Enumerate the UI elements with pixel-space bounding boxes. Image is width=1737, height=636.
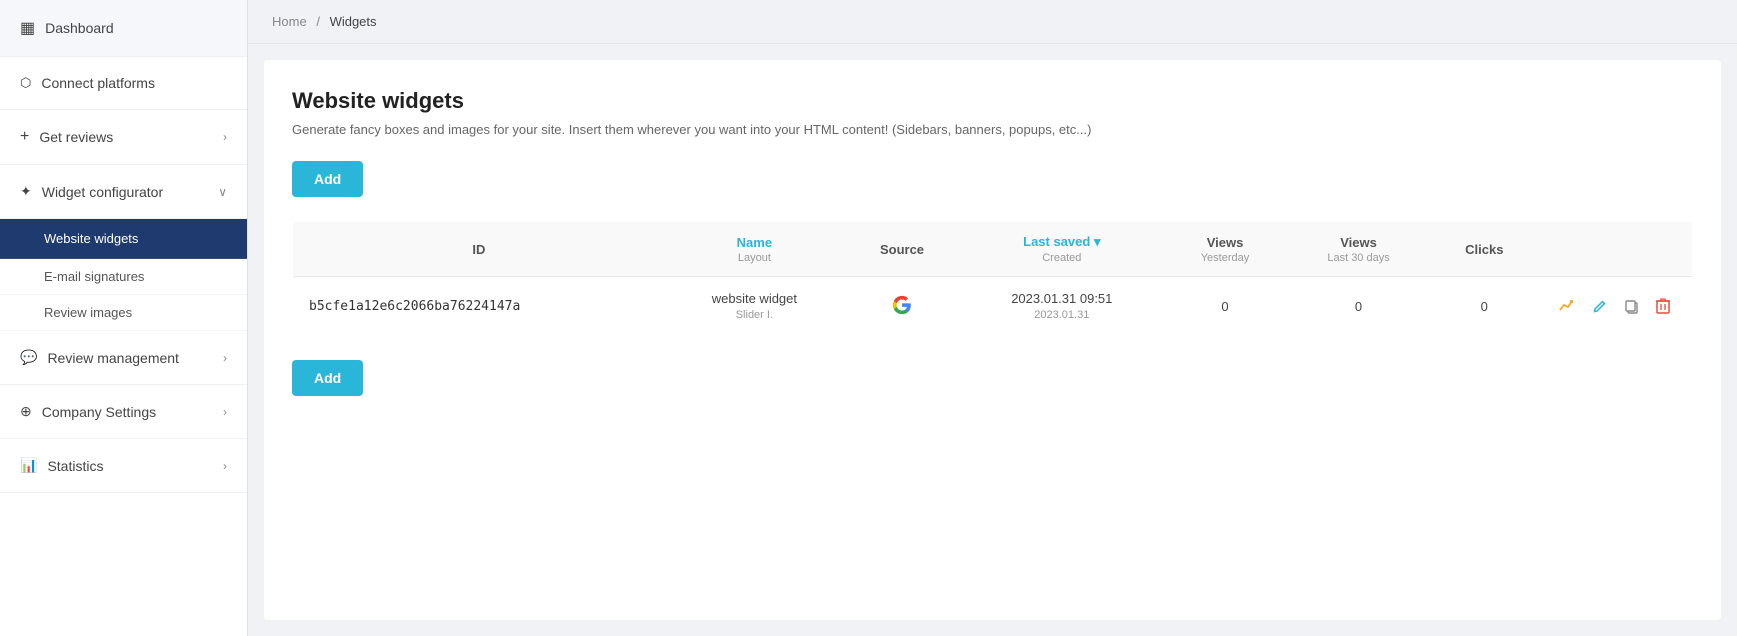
add-button-top[interactable]: Add (292, 161, 363, 197)
sidebar-item-label: Get reviews (39, 129, 113, 145)
sidebar-item-label: Statistics (47, 458, 103, 474)
sidebar-item-company-settings[interactable]: ⊕ Company Settings › (0, 385, 247, 439)
col-last-saved[interactable]: Last saved ▾ Created (960, 222, 1163, 277)
sidebar-item-review-images[interactable]: Review images (0, 295, 247, 331)
sidebar-sub-label: Website widgets (44, 231, 138, 246)
settings-icon: ⊕ (20, 403, 32, 420)
sidebar-item-connect-platforms[interactable]: ⬡ Connect platforms (0, 57, 247, 110)
sidebar-item-dashboard[interactable]: ▦ Dashboard (0, 0, 247, 57)
col-views-yesterday: Views Yesterday (1164, 222, 1287, 277)
row-clicks: 0 (1431, 277, 1538, 336)
plus-icon: + (20, 128, 29, 146)
breadcrumb-current: Widgets (330, 14, 377, 29)
breadcrumb: Home / Widgets (248, 0, 1737, 44)
chevron-down-icon: ∨ (218, 185, 227, 199)
col-clicks: Clicks (1431, 222, 1538, 277)
stats-icon: 📊 (20, 457, 37, 474)
row-views-30: 0 (1286, 277, 1430, 336)
page-subtitle: Generate fancy boxes and images for your… (292, 122, 1693, 137)
sidebar-item-review-management[interactable]: 💬 Review management › (0, 331, 247, 385)
col-actions (1538, 222, 1693, 277)
col-source: Source (844, 222, 960, 277)
sidebar-item-widget-configurator[interactable]: ✦ Widget configurator ∨ (0, 165, 247, 219)
copy-action-icon[interactable] (1618, 293, 1644, 319)
chevron-right-icon: › (223, 351, 227, 365)
breadcrumb-home[interactable]: Home (272, 14, 307, 29)
row-views-yesterday: 0 (1164, 277, 1287, 336)
sidebar-item-get-reviews[interactable]: + Get reviews › (0, 110, 247, 165)
connect-icon: ⬡ (20, 75, 31, 91)
sidebar: ▦ Dashboard ⬡ Connect platforms + Get re… (0, 0, 248, 636)
row-name: website widget Slider I. (665, 277, 844, 336)
sidebar-item-label: Review management (47, 350, 179, 366)
sidebar-item-email-signatures[interactable]: E-mail signatures (0, 259, 247, 295)
sidebar-item-label: Connect platforms (41, 75, 155, 91)
sidebar-sub-label: Review images (44, 305, 132, 320)
main-content: Home / Widgets Website widgets Generate … (248, 0, 1737, 636)
page-title: Website widgets (292, 88, 1693, 114)
row-last-saved: 2023.01.31 09:51 2023.01.31 (960, 277, 1163, 336)
edit-action-icon[interactable] (1586, 293, 1612, 319)
add-button-bottom[interactable]: Add (292, 360, 363, 396)
col-id: ID (293, 222, 665, 277)
breadcrumb-separator: / (316, 14, 320, 29)
sidebar-item-website-widgets[interactable]: Website widgets (0, 219, 247, 259)
chevron-right-icon: › (223, 459, 227, 473)
table-row: b5cfe1a12e6c2066ba76224147a website widg… (293, 277, 1693, 336)
chevron-right-icon: › (223, 405, 227, 419)
row-source (844, 277, 960, 336)
row-actions (1538, 277, 1693, 336)
row-id: b5cfe1a12e6c2066ba76224147a (293, 277, 665, 336)
sidebar-item-label: Dashboard (45, 20, 114, 36)
chevron-right-icon: › (223, 130, 227, 144)
delete-action-icon[interactable] (1650, 293, 1676, 319)
google-icon (892, 295, 912, 315)
sidebar-item-label: Company Settings (42, 404, 156, 420)
content-area: Website widgets Generate fancy boxes and… (264, 60, 1721, 620)
puzzle-icon: ✦ (20, 183, 32, 200)
col-name[interactable]: Name Layout (665, 222, 844, 277)
col-views-30: Views Last 30 days (1286, 222, 1430, 277)
stats-action-icon[interactable] (1554, 293, 1580, 319)
chat-icon: 💬 (20, 349, 37, 366)
widget-table: ID Name Layout Source Last saved ▾ Creat… (292, 221, 1693, 336)
sidebar-item-statistics[interactable]: 📊 Statistics › (0, 439, 247, 493)
sidebar-sub-label: E-mail signatures (44, 269, 144, 284)
dashboard-icon: ▦ (20, 18, 35, 38)
sidebar-item-label: Widget configurator (42, 184, 163, 200)
